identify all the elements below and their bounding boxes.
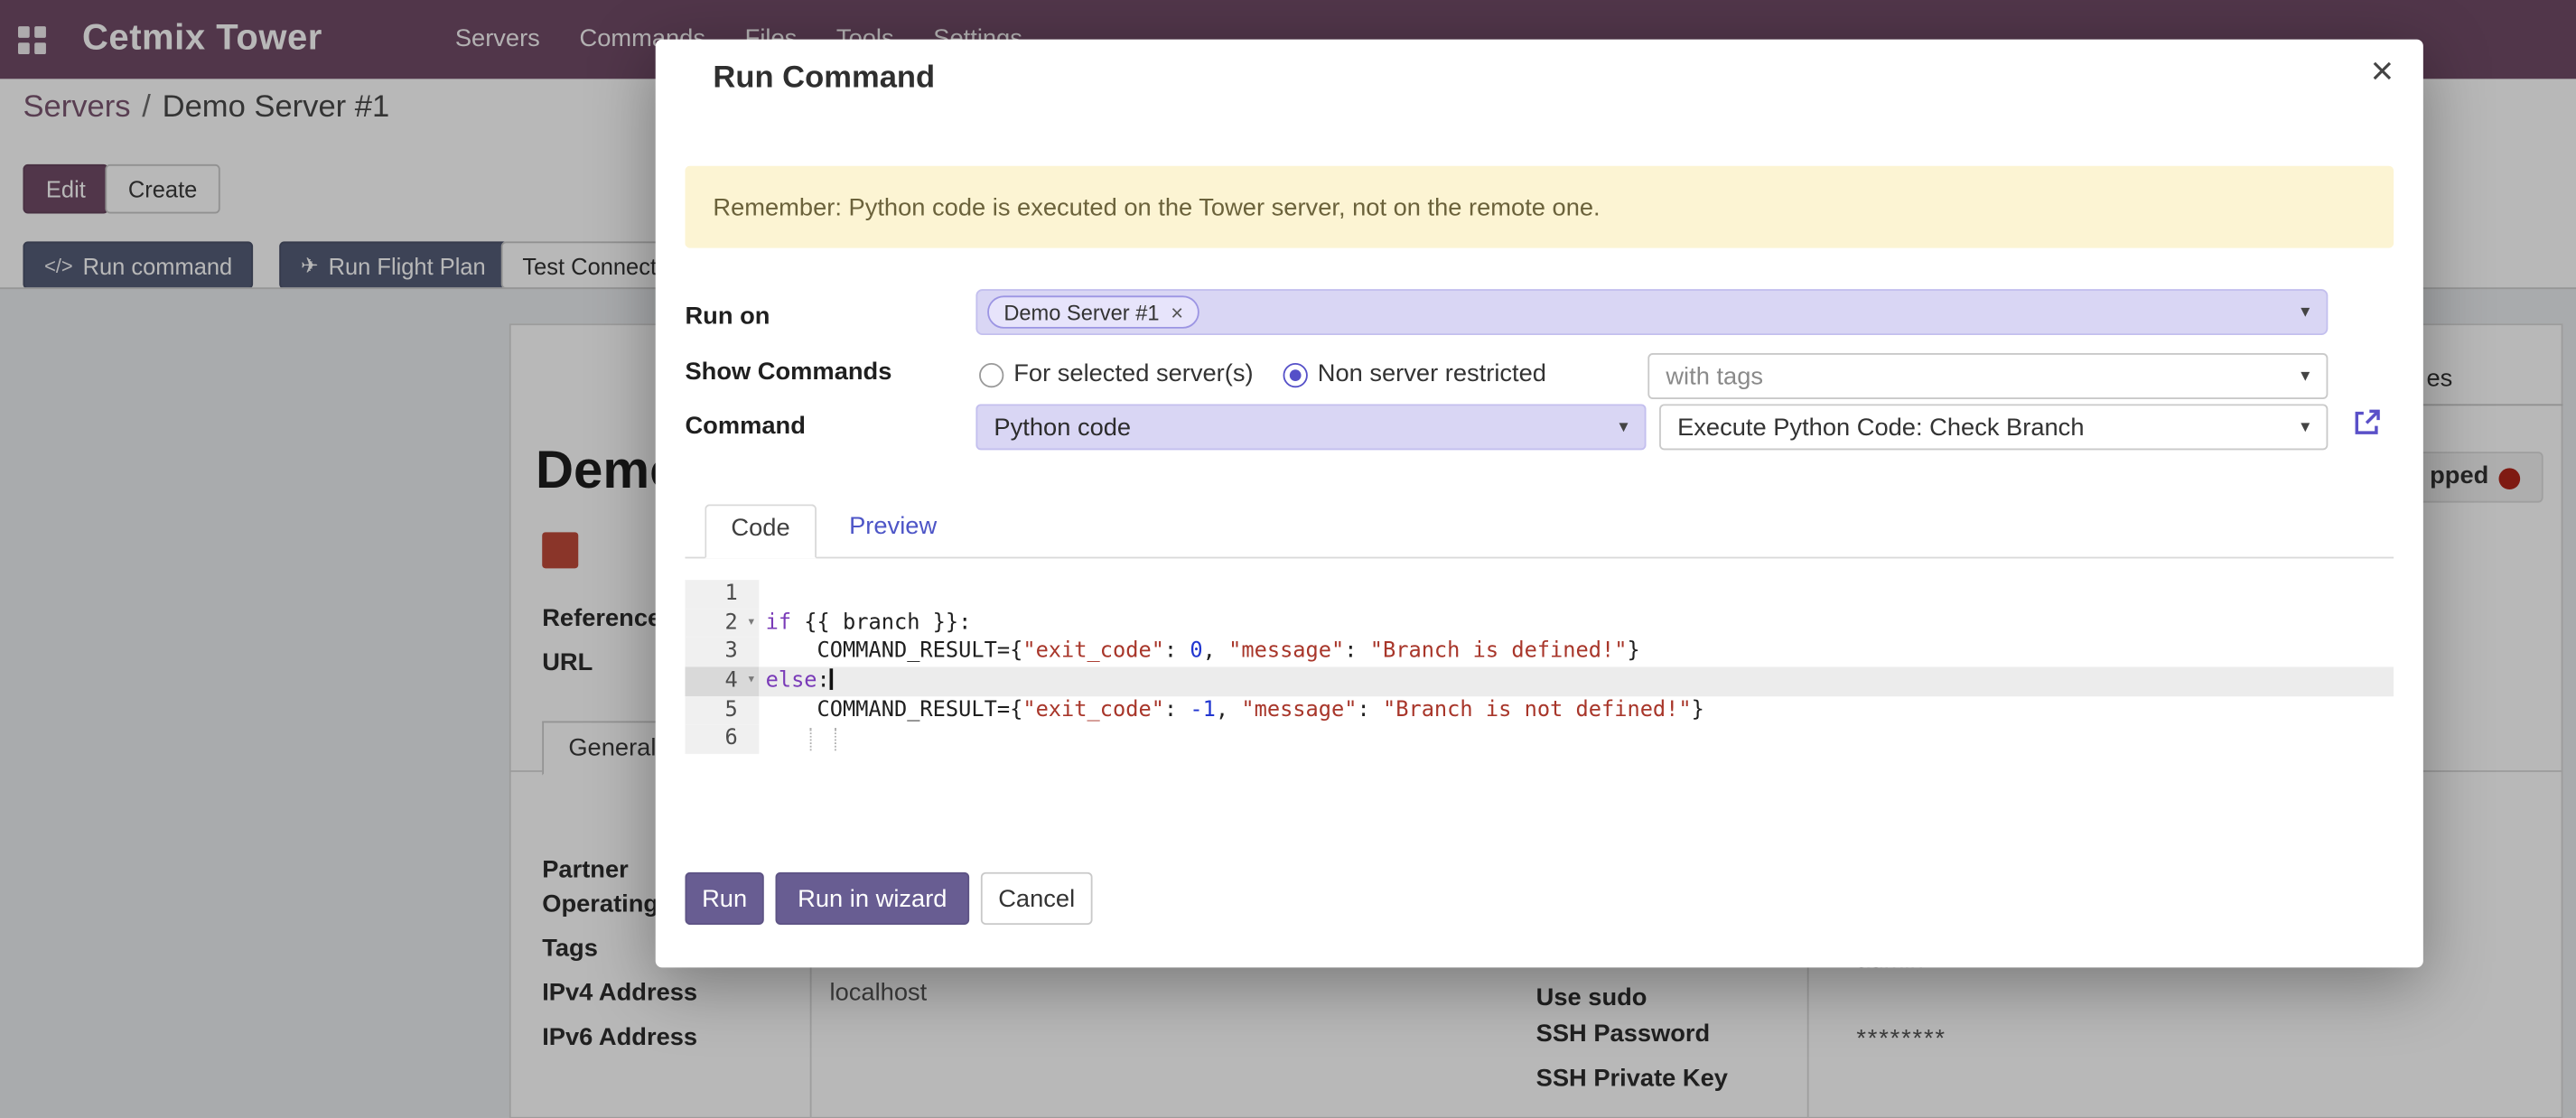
line-number: 3 [685, 638, 759, 666]
editor-line[interactable]: 2▾if {{ branch }}: [685, 609, 2394, 638]
editor-line[interactable]: 4▾else: [685, 667, 2394, 696]
tags-filter-placeholder: with tags [1666, 362, 1763, 390]
server-tag-label: Demo Server #1 [1003, 300, 1159, 324]
chevron-down-icon: ▾ [2301, 415, 2310, 437]
tag-remove-icon[interactable]: × [1171, 300, 1183, 324]
line-number: 6 [685, 725, 759, 754]
cancel-button[interactable]: Cancel [981, 872, 1093, 925]
radio-for-selected-servers-label[interactable]: For selected server(s) [1013, 359, 1253, 387]
command-label: Command [685, 413, 805, 441]
code-line[interactable] [759, 580, 2394, 609]
command-select[interactable]: Execute Python Code: Check Branch ▾ [1659, 404, 2328, 450]
code-editor-rows: 12▾if {{ branch }}:3 COMMAND_RESULT={"ex… [685, 580, 2394, 754]
tab-preview[interactable]: Preview [843, 504, 944, 556]
dialog-title: Run Command [713, 61, 935, 97]
viewport: Cetmix Tower Servers Commands Files Tool… [0, 0, 2576, 1118]
run-in-wizard-button[interactable]: Run in wizard [776, 872, 970, 925]
radio-non-server-restricted-label[interactable]: Non server restricted [1318, 359, 1546, 387]
code-line[interactable]: COMMAND_RESULT={"exit_code": -1, "messag… [759, 696, 2394, 725]
text-cursor [830, 668, 834, 690]
command-value: Execute Python Code: Check Branch [1677, 413, 2084, 441]
server-tag: Demo Server #1 × [987, 295, 1199, 328]
run-on-label: Run on [685, 303, 770, 331]
code-line[interactable]: if {{ branch }}: [759, 609, 2394, 638]
editor-line[interactable]: 6 [685, 725, 2394, 754]
tags-filter-select[interactable]: with tags ▾ [1647, 353, 2328, 399]
editor-line[interactable]: 1 [685, 580, 2394, 609]
indent-guide [835, 729, 836, 751]
editor-tabs: Code Preview [685, 504, 2394, 558]
chevron-down-icon: ▾ [1619, 415, 1628, 437]
show-commands-label: Show Commands [685, 359, 891, 387]
command-type-value: Python code [994, 413, 1131, 441]
line-number: 2▾ [685, 609, 759, 638]
code-line[interactable]: else: [759, 667, 2394, 696]
external-link-icon[interactable] [2351, 407, 2383, 439]
indent-guide [810, 729, 812, 751]
fold-toggle-icon[interactable]: ▾ [747, 609, 756, 638]
line-number: 5 [685, 696, 759, 725]
editor-line[interactable]: 3 COMMAND_RESULT={"exit_code": 0, "messa… [685, 638, 2394, 666]
radio-non-server-restricted[interactable] [1283, 363, 1308, 387]
screen: Cetmix Tower Servers Commands Files Tool… [0, 0, 2576, 1118]
code-editor[interactable]: 12▾if {{ branch }}:3 COMMAND_RESULT={"ex… [685, 580, 2394, 793]
run-on-field[interactable]: Demo Server #1 × ▾ [975, 289, 2328, 335]
line-number: 1 [685, 580, 759, 609]
run-button[interactable]: Run [685, 872, 763, 925]
code-line[interactable] [759, 725, 2394, 754]
chevron-down-icon: ▾ [2301, 301, 2310, 322]
warning-alert: Remember: Python code is executed on the… [685, 166, 2394, 248]
editor-line[interactable]: 5 COMMAND_RESULT={"exit_code": -1, "mess… [685, 696, 2394, 725]
code-line[interactable]: COMMAND_RESULT={"exit_code": 0, "message… [759, 638, 2394, 666]
line-number: 4▾ [685, 667, 759, 696]
run-command-dialog: Run Command × Remember: Python code is e… [656, 40, 2423, 968]
chevron-down-icon: ▾ [2301, 365, 2310, 387]
radio-for-selected-servers[interactable] [979, 363, 1003, 387]
close-icon[interactable]: × [2371, 50, 2394, 96]
command-type-select[interactable]: Python code ▾ [975, 404, 1646, 450]
tab-code[interactable]: Code [705, 504, 816, 558]
fold-toggle-icon[interactable]: ▾ [747, 667, 756, 696]
